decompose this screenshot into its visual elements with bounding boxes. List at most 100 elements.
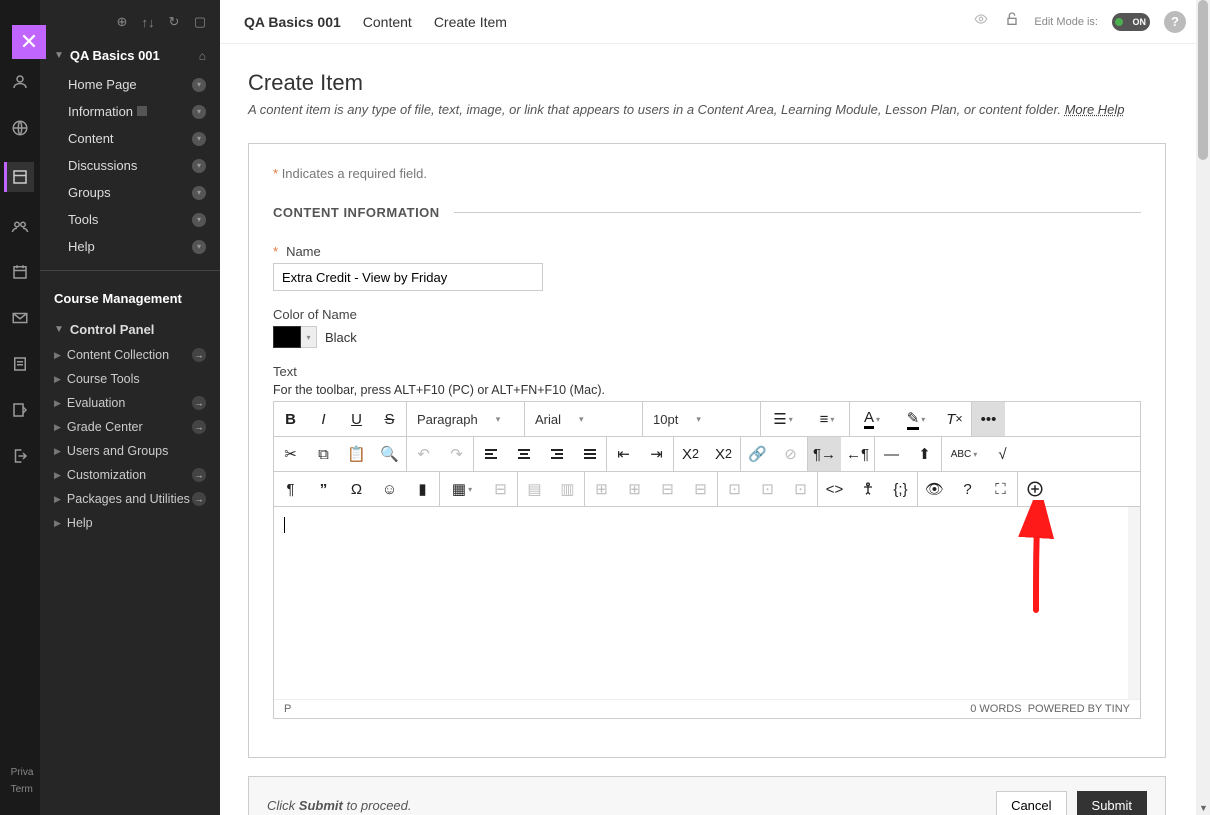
special-char-button[interactable]: Ω <box>340 472 373 506</box>
math-button[interactable]: √ <box>986 437 1019 471</box>
rail-messages-icon[interactable] <box>8 306 32 330</box>
breadcrumb-content[interactable]: Content <box>363 14 412 30</box>
superscript-button[interactable]: X2 <box>674 437 707 471</box>
options-dot-icon[interactable]: ▾ <box>192 78 206 92</box>
editor-scrollbar[interactable] <box>1128 507 1140 699</box>
highlight-color-button[interactable]: ✎ ▾ <box>894 402 938 436</box>
sidebar-item-tools[interactable]: Tools▾ <box>40 206 220 233</box>
italic-button[interactable]: I <box>307 402 340 436</box>
table-row-props-button[interactable]: ▤ <box>518 472 551 506</box>
options-dot-icon[interactable]: ▾ <box>192 186 206 200</box>
go-icon[interactable]: → <box>192 492 206 506</box>
cancel-button[interactable]: Cancel <box>996 791 1066 815</box>
sidebar-item-home[interactable]: Home Page▾ <box>40 71 220 98</box>
align-center-button[interactable] <box>507 437 540 471</box>
rail-exit-icon[interactable] <box>8 444 32 468</box>
scroll-down-icon[interactable]: ▼ <box>1199 803 1208 813</box>
color-dropdown-icon[interactable]: ▾ <box>301 326 317 348</box>
fontsize-dropdown[interactable]: 10pt▾ <box>643 402 761 436</box>
options-dot-icon[interactable]: ▾ <box>192 132 206 146</box>
rail-calendar-icon[interactable] <box>8 260 32 284</box>
color-swatch[interactable] <box>273 326 301 348</box>
delete-row-button[interactable]: ⊟ <box>651 472 684 506</box>
add-content-button[interactable] <box>1018 472 1051 506</box>
rail-privacy-link[interactable]: Priva <box>11 767 34 778</box>
rail-terms-link[interactable]: Term <box>11 784 33 795</box>
unlink-button[interactable]: ⊘ <box>774 437 807 471</box>
go-icon[interactable]: → <box>192 348 206 362</box>
breadcrumb-create-item[interactable]: Create Item <box>434 14 507 30</box>
insert-row-before-button[interactable]: ⊞ <box>585 472 618 506</box>
rail-groups-icon[interactable] <box>8 214 32 238</box>
more-tools-button[interactable]: ••• <box>972 402 1005 436</box>
more-help-link[interactable]: More Help <box>1065 102 1125 117</box>
merge-cells-button[interactable]: ⊡ <box>718 472 751 506</box>
align-right-button[interactable] <box>540 437 573 471</box>
copy-button[interactable]: ⧉ <box>307 437 340 471</box>
upload-button[interactable]: ⬆ <box>908 437 941 471</box>
underline-button[interactable]: U <box>340 402 373 436</box>
number-list-button[interactable]: ≡ ▾ <box>805 402 849 436</box>
sidebar-item-information[interactable]: Information▾ <box>40 98 220 125</box>
redo-button[interactable]: ↷ <box>440 437 473 471</box>
options-dot-icon[interactable]: ▾ <box>192 213 206 227</box>
edit-mode-toggle[interactable]: ON <box>1112 13 1150 31</box>
go-icon[interactable]: → <box>192 468 206 482</box>
sidebar-folder-icon[interactable]: ▢ <box>192 14 208 30</box>
options-dot-icon[interactable]: ▾ <box>192 159 206 173</box>
preview-button[interactable]: 👁 <box>918 472 951 506</box>
cp-item-help[interactable]: ▶Help <box>40 511 220 535</box>
outdent-button[interactable]: ⇤ <box>607 437 640 471</box>
chevron-down-icon[interactable]: ▼ <box>54 50 64 61</box>
sidebar-refresh-icon[interactable]: ↻ <box>166 14 182 30</box>
table-delete-button[interactable]: ⊟ <box>484 472 517 506</box>
home-icon[interactable]: ⌂ <box>199 49 206 63</box>
go-icon[interactable]: → <box>192 420 206 434</box>
delete-col-button[interactable]: ⊟ <box>684 472 717 506</box>
spellcheck-button[interactable]: ABC ▾ <box>942 437 986 471</box>
accessibility-button[interactable] <box>851 472 884 506</box>
link-button[interactable]: 🔗 <box>741 437 774 471</box>
ltr-button[interactable]: ¶→ <box>808 437 841 471</box>
cp-item-packages[interactable]: ▶Packages and Utilities→ <box>40 487 220 511</box>
scrollbar-thumb[interactable] <box>1198 0 1208 160</box>
bullet-list-button[interactable]: ☰ ▾ <box>761 402 805 436</box>
insert-row-after-button[interactable]: ⊞ <box>618 472 651 506</box>
sidebar-item-discussions[interactable]: Discussions▾ <box>40 152 220 179</box>
help-icon[interactable]: ? <box>1164 11 1186 33</box>
cp-item-customization[interactable]: ▶Customization→ <box>40 463 220 487</box>
subscript-button[interactable]: X2 <box>707 437 740 471</box>
undo-button[interactable]: ↶ <box>407 437 440 471</box>
rail-profile-icon[interactable] <box>8 70 32 94</box>
paste-button[interactable]: 📋 <box>340 437 373 471</box>
cell-border-button[interactable]: ⊡ <box>784 472 817 506</box>
paragraph-dropdown[interactable]: Paragraph▾ <box>407 402 525 436</box>
rtl-button[interactable]: ←¶ <box>841 437 874 471</box>
close-panel-button[interactable]: ✕ <box>12 25 46 59</box>
align-left-button[interactable] <box>474 437 507 471</box>
cp-item-users-groups[interactable]: ▶Users and Groups <box>40 439 220 463</box>
table-cell-props-button[interactable]: ▥ <box>551 472 584 506</box>
fullscreen-button[interactable]: ⛶ <box>984 472 1017 506</box>
find-button[interactable]: 🔍 <box>373 437 406 471</box>
breadcrumb-course[interactable]: QA Basics 001 <box>244 14 341 30</box>
rail-edit-icon[interactable] <box>8 398 32 422</box>
cp-item-grade-center[interactable]: ▶Grade Center→ <box>40 415 220 439</box>
align-justify-button[interactable] <box>573 437 606 471</box>
split-cell-button[interactable]: ⊡ <box>751 472 784 506</box>
sidebar-reorder-icon[interactable]: ↑↓ <box>140 14 156 30</box>
rail-doc-icon[interactable] <box>8 352 32 376</box>
hr-button[interactable]: — <box>875 437 908 471</box>
cut-button[interactable]: ✂ <box>274 437 307 471</box>
emoji-button[interactable]: ☺ <box>373 472 406 506</box>
code-sample-button[interactable]: {;} <box>884 472 917 506</box>
strikethrough-button[interactable]: S <box>373 402 406 436</box>
cp-item-content-collection[interactable]: ▶Content Collection→ <box>40 343 220 367</box>
go-icon[interactable]: → <box>192 396 206 410</box>
anchor-button[interactable]: ▮ <box>406 472 439 506</box>
lock-icon[interactable] <box>1004 10 1020 33</box>
chevron-down-icon[interactable]: ▼ <box>54 324 64 335</box>
code-view-button[interactable]: <> <box>818 472 851 506</box>
editor-help-button[interactable]: ? <box>951 472 984 506</box>
bold-button[interactable]: B <box>274 402 307 436</box>
